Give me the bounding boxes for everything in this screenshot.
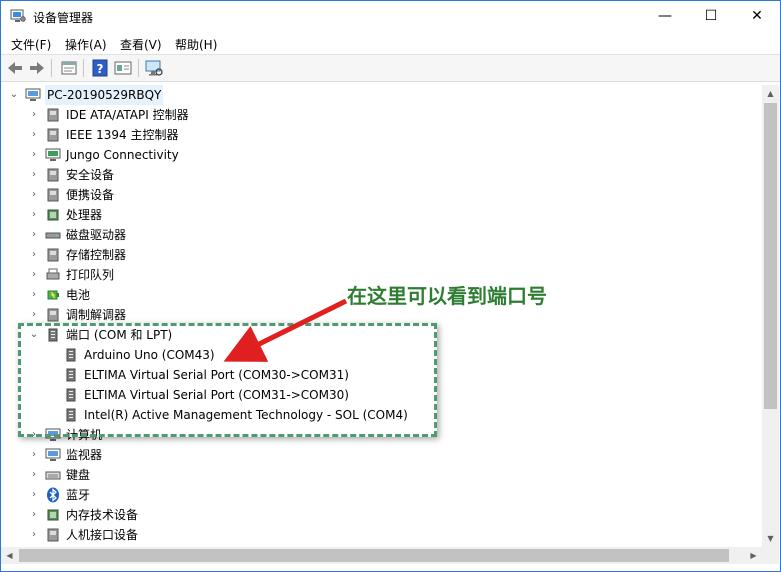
device-manager-window: 设备管理器 — ☐ ✕ 文件(F) 操作(A) 查看(V) 帮助(H) ? ⌄ … (0, 0, 781, 572)
annotation-arrow-icon (223, 298, 348, 362)
